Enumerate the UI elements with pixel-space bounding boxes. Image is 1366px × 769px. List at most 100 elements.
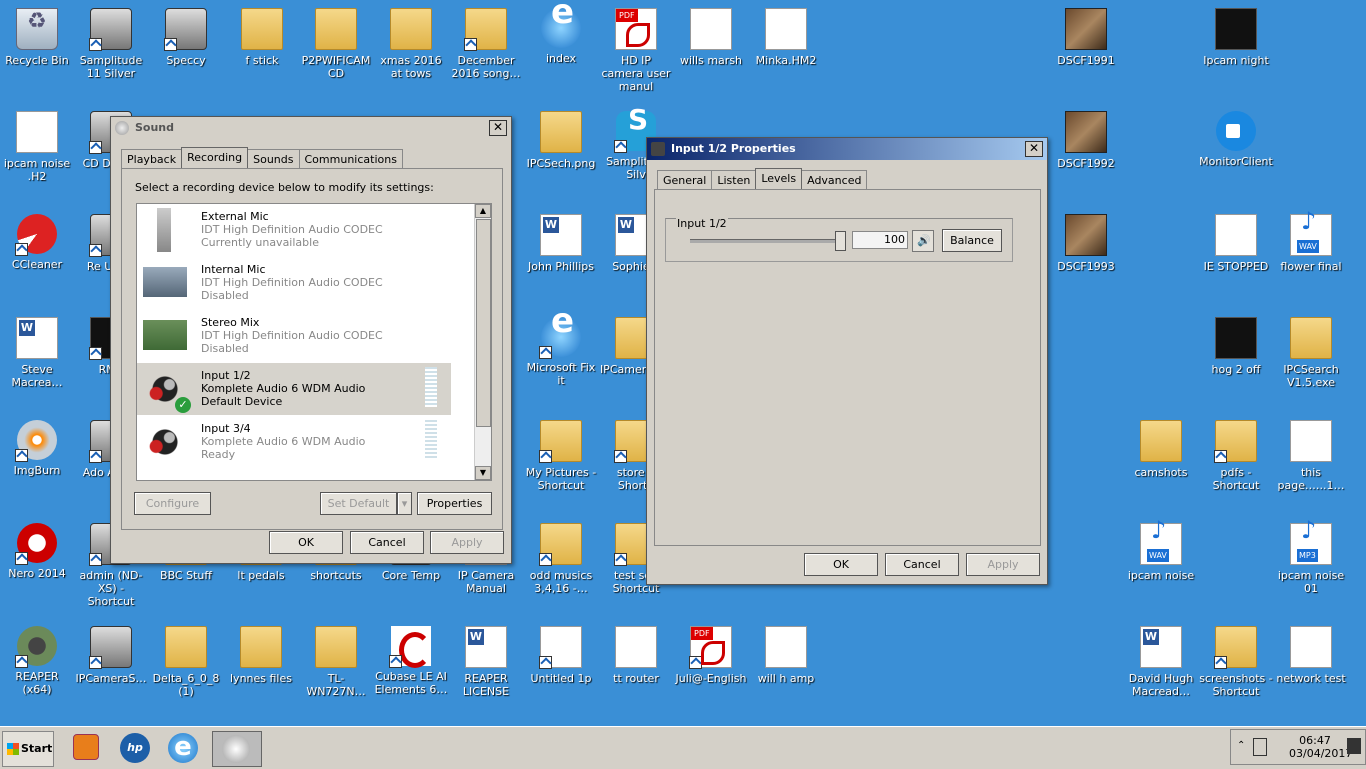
desktop-icon-samplitude[interactable]: Samplitude 11 Silver xyxy=(74,8,148,80)
tab-general[interactable]: General xyxy=(657,170,713,190)
cancel-button[interactable]: Cancel xyxy=(350,531,424,554)
monitorclient-icon xyxy=(1216,111,1256,151)
desktop-icon-imgburn[interactable]: ImgBurn xyxy=(0,420,74,477)
desktop-icon-john-phillips[interactable]: John Phillips xyxy=(524,214,598,273)
desktop-icon-untitled-1p[interactable]: Untitled 1p xyxy=(524,626,598,685)
desktop-icon-wills-marsh[interactable]: wills marsh xyxy=(674,8,748,67)
properties-button[interactable]: Properties xyxy=(417,492,492,515)
desktop-icon-hog-2-off[interactable]: hog 2 off xyxy=(1199,317,1273,376)
tab-levels[interactable]: Levels xyxy=(755,168,803,190)
close-button[interactable]: ✕ xyxy=(1025,141,1043,157)
desktop-icon-ie-stopped[interactable]: IE STOPPED xyxy=(1199,214,1273,273)
device-row-input-3-4[interactable]: Input 3/4 Komplete Audio 6 WDM Audio Ready xyxy=(137,416,451,468)
desktop-icon-microsoft-fix[interactable]: Microsoft Fix it xyxy=(524,315,598,387)
set-default-button[interactable]: Set Default xyxy=(320,492,397,515)
desktop-icon-pdfs-shortcut[interactable]: pdfs - Shortcut xyxy=(1199,420,1273,492)
level-slider-thumb[interactable] xyxy=(835,231,846,251)
desktop-icon-network-test[interactable]: network test xyxy=(1274,626,1348,685)
desktop-icon-odd-musics[interactable]: odd musics 3,4,16 -… xyxy=(524,523,598,595)
set-default-dropdown[interactable]: ▾ xyxy=(397,492,412,515)
media-player-icon[interactable] xyxy=(70,731,102,765)
scroll-up-icon[interactable]: ▲ xyxy=(475,204,491,218)
apply-button[interactable]: Apply xyxy=(966,553,1040,576)
desktop-icon-cubase[interactable]: Cubase LE AI Elements 6… xyxy=(374,626,448,696)
network-icon[interactable] xyxy=(1253,738,1267,756)
tab-communications[interactable]: Communications xyxy=(298,149,403,169)
device-list[interactable]: External Mic IDT High Definition Audio CO… xyxy=(136,203,492,481)
desktop-icon-dscf1992[interactable]: DSCF1992 xyxy=(1049,111,1123,170)
desktop-icon-ipcameras[interactable]: IPCameraS… xyxy=(74,626,148,685)
desktop-icon-dscf1993[interactable]: DSCF1993 xyxy=(1049,214,1123,273)
level-value-field[interactable]: 100 xyxy=(852,231,908,249)
desktop-icon-monitorclient[interactable]: MonitorClient xyxy=(1199,111,1273,168)
device-row-internal-mic[interactable]: Internal Mic IDT High Definition Audio CO… xyxy=(137,257,451,309)
configure-button[interactable]: Configure xyxy=(134,492,211,515)
desktop-icon-dscf1991[interactable]: DSCF1991 xyxy=(1049,8,1123,67)
desktop-icon-camshots[interactable]: camshots xyxy=(1124,420,1198,479)
device-row-input-1-2[interactable]: ✓ Input 1/2 Komplete Audio 6 WDM Audio Defa… xyxy=(137,363,451,415)
close-button[interactable]: ✕ xyxy=(489,120,507,136)
device-list-scrollbar[interactable]: ▲ ▼ xyxy=(474,204,491,480)
desktop-icon-december-2016[interactable]: December 2016 song… xyxy=(449,8,523,80)
start-button[interactable]: Start xyxy=(2,731,54,767)
desktop-icon-p2pwificam[interactable]: P2PWIFICAM CD xyxy=(299,8,373,80)
ok-button[interactable]: OK xyxy=(804,553,878,576)
action-center-icon[interactable] xyxy=(1347,738,1361,754)
desktop-icon-label: flower final xyxy=(1280,260,1342,273)
desktop-icon-ipcsearch[interactable]: IPCSearch V1.5.exe xyxy=(1274,317,1348,389)
desktop-icon-nero-2014[interactable]: Nero 2014 xyxy=(0,523,74,580)
cancel-button[interactable]: Cancel xyxy=(885,553,959,576)
desktop-icon-ipcam-noise-h2[interactable]: ipcam noise .H2 xyxy=(0,111,74,183)
device-row-stereo-mix[interactable]: Stereo Mix IDT High Definition Audio CODE… xyxy=(137,310,451,362)
hp-icon[interactable]: hp xyxy=(118,731,154,765)
tab-advanced[interactable]: Advanced xyxy=(801,170,868,190)
desktop-icon-will-h-amp[interactable]: will h amp xyxy=(749,626,823,685)
desktop-icon-tt-router[interactable]: tt router xyxy=(599,626,673,685)
desktop-icon-ipcam-noise-wav[interactable]: WAV ipcam noise xyxy=(1124,523,1198,582)
desktop-icon-ipcam-noise-01[interactable]: MP3 ipcam noise 01 xyxy=(1274,523,1348,595)
desktop-icon-ipcam-night[interactable]: Ipcam night xyxy=(1199,8,1273,67)
desktop-icon-steve-macrea[interactable]: Steve Macrea… xyxy=(0,317,74,389)
desktop-icon-recycle-bin[interactable]: Recycle Bin xyxy=(0,8,74,67)
desktop-icon-delta-6-0-8[interactable]: Delta_6_0_8 (1) xyxy=(149,626,223,698)
scroll-down-icon[interactable]: ▼ xyxy=(475,466,491,480)
clock[interactable]: 06:47 03/04/2017 xyxy=(1289,734,1352,760)
device-driver: IDT High Definition Audio CODEC xyxy=(201,223,383,236)
desktop-icon-f-stick[interactable]: f stick xyxy=(225,8,299,67)
desktop-icon-screenshots-shortcut[interactable]: screenshots - Shortcut xyxy=(1199,626,1273,698)
tab-playback[interactable]: Playback xyxy=(121,149,183,169)
desktop-icon-david-hugh[interactable]: David Hugh Macread… xyxy=(1124,626,1198,698)
tab-sounds[interactable]: Sounds xyxy=(247,149,300,169)
mute-button[interactable]: 🔊 xyxy=(912,230,934,252)
balance-button[interactable]: Balance xyxy=(942,229,1002,252)
shortcut-arrow-icon xyxy=(614,140,627,153)
desktop-icon-minka[interactable]: Minka.HM2 xyxy=(749,8,823,67)
scroll-thumb[interactable] xyxy=(476,219,491,427)
desktop-icon-ccleaner[interactable]: CCleaner xyxy=(0,214,74,271)
desktop-icon-reaper[interactable]: REAPER (x64) xyxy=(0,626,74,696)
desktop-icon-reaper-license[interactable]: REAPER LICENSE xyxy=(449,626,523,698)
desktop-icon-speccy[interactable]: Speccy xyxy=(149,8,223,67)
desktop-icon-flower-final[interactable]: WAV flower final xyxy=(1274,214,1348,273)
sound-task-button[interactable] xyxy=(212,731,262,767)
desktop-icon-tl-wn727n[interactable]: TL-WN727N… xyxy=(299,626,373,698)
level-slider-track[interactable] xyxy=(690,239,840,243)
desktop-icon-lynnes-files[interactable]: lynnes files xyxy=(224,626,298,685)
desktop-icon-my-pictures[interactable]: My Pictures - Shortcut xyxy=(524,420,598,492)
desktop-icon-index[interactable]: index xyxy=(524,6,598,65)
apply-button[interactable]: Apply xyxy=(430,531,504,554)
sound-titlebar[interactable]: Sound ✕ xyxy=(111,117,511,139)
internet-explorer-icon[interactable]: e xyxy=(166,731,204,765)
tab-recording[interactable]: Recording xyxy=(181,147,249,169)
desktop-icon-ipcsech[interactable]: IPCSech.png xyxy=(524,111,598,170)
ok-button[interactable]: OK xyxy=(269,531,343,554)
tab-listen[interactable]: Listen xyxy=(711,170,757,190)
desktop-icon-juli-english[interactable]: Juli@-English xyxy=(674,626,748,685)
desktop-icon-label: ipcam noise 01 xyxy=(1277,569,1345,595)
properties-titlebar[interactable]: Input 1/2 Properties ✕ xyxy=(647,138,1047,160)
desktop-icon-this-page[interactable]: this page.…..1… xyxy=(1274,420,1348,492)
desktop-icon-xmas-2016[interactable]: xmas 2016 at tows xyxy=(374,8,448,80)
desktop-icon-hd-ip-camera[interactable]: HD IP camera user manul xyxy=(599,8,673,93)
device-row-external-mic[interactable]: External Mic IDT High Definition Audio CO… xyxy=(137,204,451,256)
chevron-up-icon[interactable]: ⌃ xyxy=(1237,740,1245,751)
